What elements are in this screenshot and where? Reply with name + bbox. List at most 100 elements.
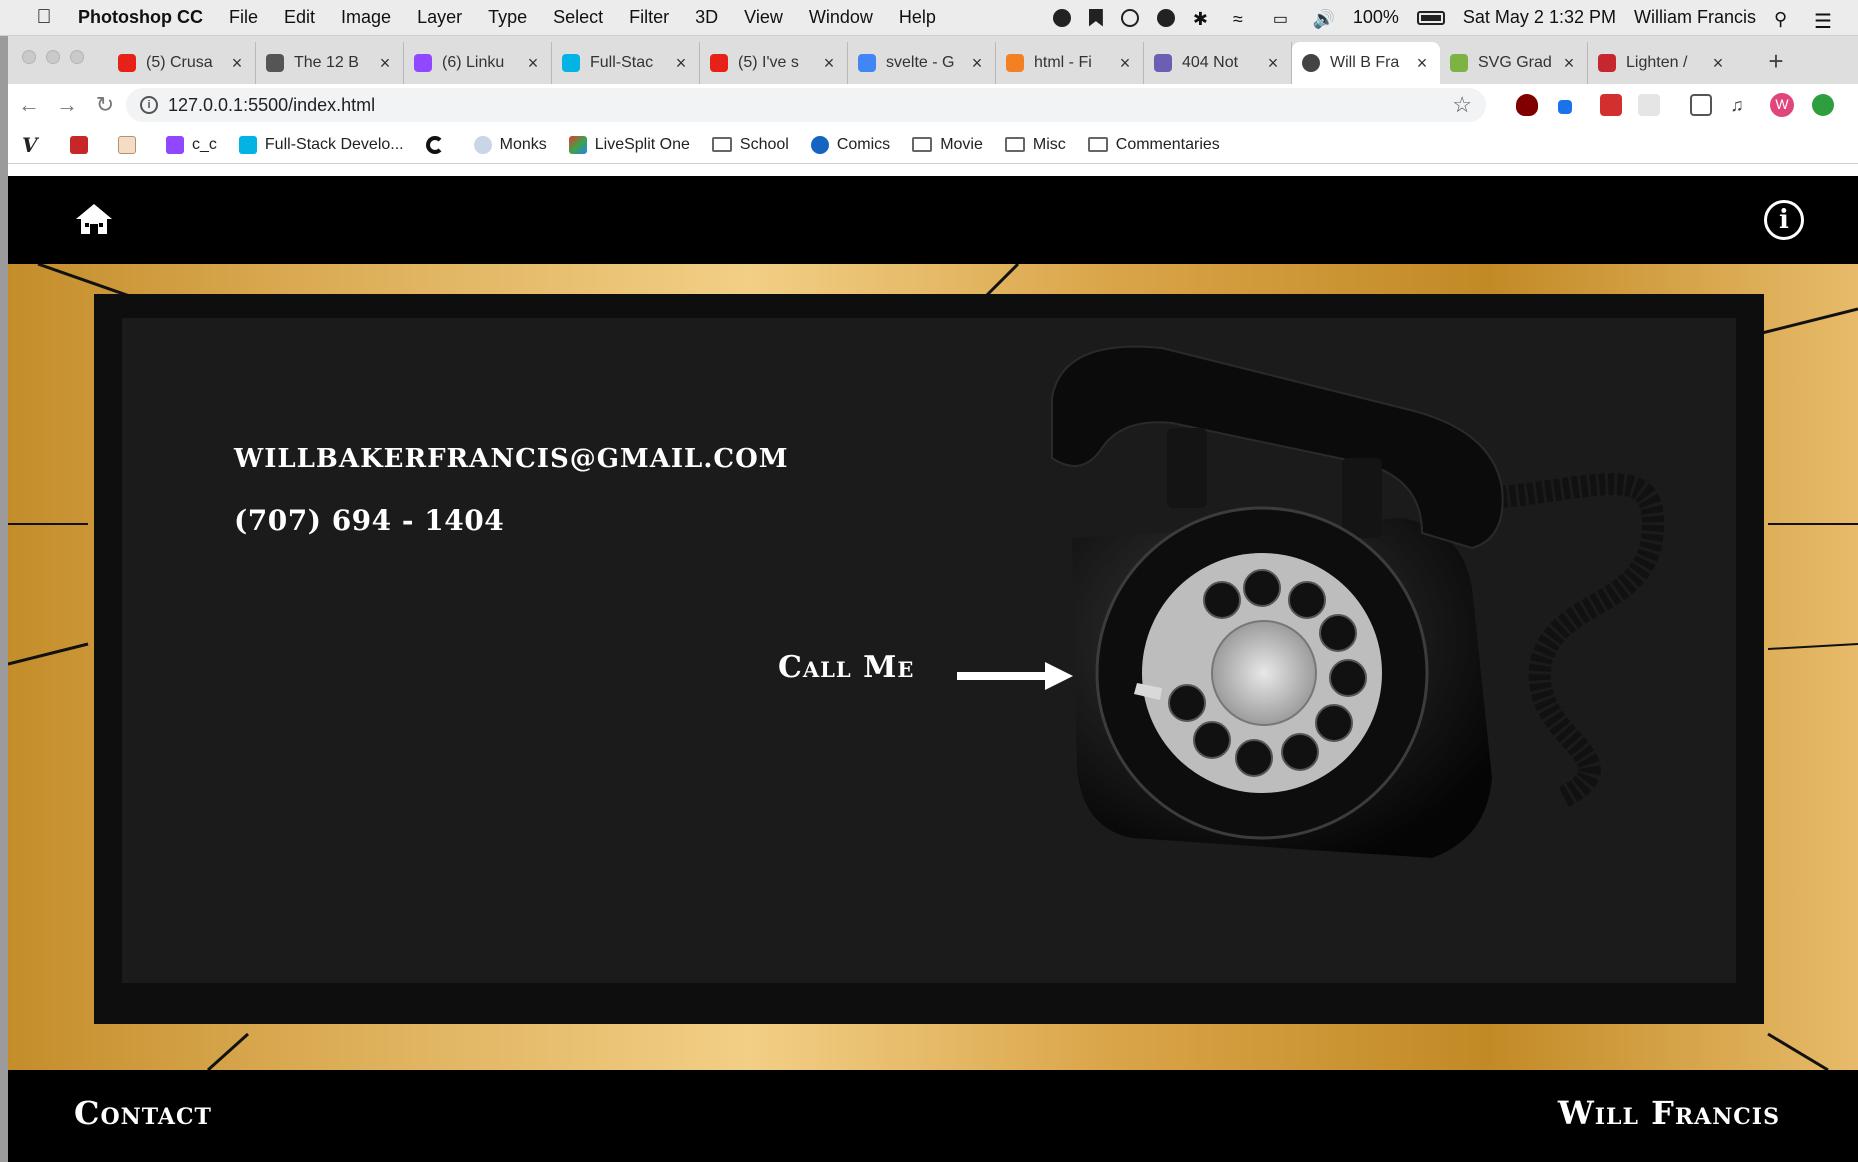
home-icon[interactable] [74, 202, 114, 236]
apple-menu-icon[interactable]:  [24, 6, 64, 29]
stackoverflow-icon [1006, 54, 1024, 72]
youtube-icon [710, 54, 728, 72]
close-tab-icon[interactable]: × [673, 53, 689, 74]
cast-icon[interactable] [1690, 94, 1712, 116]
battery-icon[interactable] [1416, 10, 1445, 25]
menu-layer[interactable]: Layer [417, 7, 462, 28]
menu-image[interactable]: Image [341, 7, 391, 28]
bookmark-v[interactable]: V [22, 135, 48, 155]
bookmark-comics[interactable]: Comics [810, 135, 890, 154]
bookmark-c-c[interactable]: c_c [166, 135, 217, 154]
udacity-icon [238, 135, 257, 154]
tab[interactable]: 404 Not × [1144, 42, 1292, 84]
forward-arrow-icon[interactable]: → [50, 92, 84, 118]
menu-type[interactable]: Type [488, 7, 527, 28]
creative-cloud-icon[interactable] [1052, 8, 1071, 27]
bookmark-label: c_c [192, 135, 217, 153]
update-icon[interactable] [1812, 94, 1834, 116]
tab[interactable]: SVG Grad × [1440, 42, 1588, 84]
bookmark-folder-commentaries[interactable]: Commentaries [1087, 136, 1220, 154]
close-tab-icon[interactable]: × [1414, 53, 1430, 74]
rotary-telephone-image[interactable] [1042, 338, 1722, 958]
menu-view[interactable]: View [744, 7, 783, 28]
folder-icon [1004, 137, 1025, 152]
volume-icon[interactable]: 🔊 [1313, 9, 1335, 29]
bookmark-folder-misc[interactable]: Misc [1004, 136, 1066, 154]
stripes-icon [1154, 54, 1172, 72]
menu-3d[interactable]: 3D [695, 7, 718, 28]
menu-file[interactable]: File [229, 7, 258, 28]
do-not-disturb-icon[interactable] [1120, 8, 1139, 27]
close-tab-icon[interactable]: × [821, 53, 837, 74]
close-tab-icon[interactable]: × [377, 53, 393, 74]
close-tab-icon[interactable]: × [525, 53, 541, 74]
menu-edit[interactable]: Edit [284, 7, 315, 28]
spotify-icon[interactable] [1156, 8, 1175, 27]
bookmark-tnr[interactable] [70, 135, 96, 154]
menu-help[interactable]: Help [899, 7, 936, 28]
ublock-icon[interactable] [1516, 94, 1538, 116]
extension-red-icon[interactable] [1600, 94, 1622, 116]
close-tab-icon[interactable]: × [1265, 53, 1281, 74]
tab[interactable]: html - Fi × [996, 42, 1144, 84]
bookmark-ft[interactable] [118, 135, 144, 154]
globe-icon [1302, 54, 1320, 72]
close-tab-icon[interactable]: × [1561, 53, 1577, 74]
menu-select[interactable]: Select [553, 7, 603, 28]
media-controls-icon[interactable]: ♫ [1726, 94, 1748, 116]
site-info-icon[interactable]: i [140, 96, 158, 114]
new-tab-button[interactable]: + [1760, 46, 1792, 77]
phone-link[interactable]: (707) 694 - 1404 [234, 504, 504, 537]
tab[interactable]: (5) Crusa × [108, 42, 256, 84]
url-text[interactable]: 127.0.0.1:5500/index.html [168, 95, 375, 116]
extension-grey-icon[interactable] [1638, 94, 1660, 116]
close-window-button[interactable] [22, 50, 36, 64]
tab[interactable]: Full-Stac × [552, 42, 700, 84]
menubar-user[interactable]: William Francis [1634, 7, 1756, 28]
bookmark-icon[interactable] [1088, 8, 1103, 27]
menubar-clock[interactable]: Sat May 2 1:32 PM [1463, 7, 1616, 28]
email-link[interactable]: WILLBAKERFRANCIS@GMAIL.COM [234, 444, 789, 474]
close-tab-icon[interactable]: × [229, 53, 245, 74]
tab[interactable]: (6) Linku × [404, 42, 552, 84]
airplay-icon[interactable]: ▭ [1273, 9, 1295, 28]
app-menu[interactable]: Photoshop CC [78, 7, 203, 28]
back-arrow-icon[interactable]: ← [12, 92, 46, 118]
bookmark-c-logo[interactable] [425, 135, 452, 154]
battery-percent: 100% [1352, 7, 1399, 27]
tab-active[interactable]: Will B Fra × [1292, 42, 1440, 84]
bookmark-monks[interactable]: Monks [473, 135, 547, 154]
wifi-icon [266, 54, 284, 72]
tab[interactable]: svelte - G × [848, 42, 996, 84]
notification-center-icon[interactable]: ☰ [1814, 9, 1836, 33]
bookmark-label: LiveSplit One [594, 135, 690, 153]
bookmark-fullstack[interactable]: Full-Stack Develo... [238, 135, 404, 154]
spotlight-search-icon[interactable]: ⚲ [1774, 9, 1796, 29]
profile-avatar[interactable]: W [1770, 93, 1794, 117]
close-tab-icon[interactable]: × [1710, 53, 1726, 74]
tab[interactable]: Lighten / × [1588, 42, 1736, 84]
bookmark-livesplit[interactable]: LiveSplit One [568, 135, 690, 154]
minimize-window-button[interactable] [46, 50, 60, 64]
address-bar[interactable]: i 127.0.0.1:5500/index.html ☆ [126, 88, 1486, 122]
wifi-icon[interactable]: ≈ [1233, 9, 1255, 29]
bookmark-star-icon[interactable]: ☆ [1452, 92, 1472, 118]
bookmark-folder-school[interactable]: School [711, 136, 789, 154]
tab-title: SVG Grad [1478, 54, 1552, 71]
reload-icon[interactable]: ↻ [88, 92, 122, 118]
tab[interactable]: (5) I've s × [700, 42, 848, 84]
close-tab-icon[interactable]: × [1117, 53, 1133, 74]
wordpress-icon [473, 135, 492, 154]
close-tab-icon[interactable]: × [969, 53, 985, 74]
eyedropper-extension-icon[interactable] [1558, 100, 1572, 114]
menu-window[interactable]: Window [809, 7, 873, 28]
footer-name-label[interactable]: Will Francis [1558, 1094, 1780, 1132]
bluetooth-icon[interactable]: ✱ [1193, 9, 1215, 29]
info-icon[interactable]: i [1764, 200, 1804, 240]
bookmark-folder-movie[interactable]: Movie [912, 136, 983, 154]
footer-contact-label[interactable]: Contact [74, 1094, 212, 1132]
menu-filter[interactable]: Filter [629, 7, 669, 28]
tab[interactable]: The 12 B × [256, 42, 404, 84]
tnr-icon [70, 135, 88, 154]
zoom-window-button[interactable] [70, 50, 84, 64]
